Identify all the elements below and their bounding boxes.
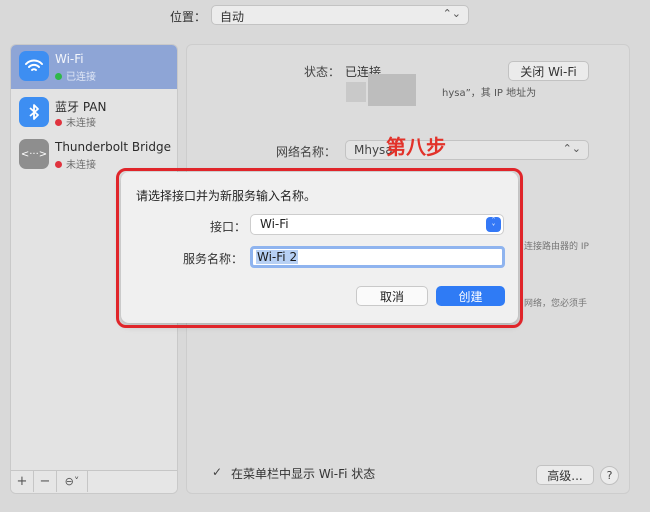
show-in-menubar-checkbox[interactable]: ✓ <box>212 465 222 479</box>
location-value: 自动 <box>220 10 245 24</box>
help-button[interactable]: ? <box>600 466 619 485</box>
location-label: 位置： <box>170 10 207 24</box>
service-name-value: Wi-Fi 2 <box>256 250 299 264</box>
service-name-label: 服务名称： <box>183 252 244 266</box>
service-name: 蓝牙 PAN <box>55 100 107 114</box>
status-dot <box>55 73 62 80</box>
advanced-button[interactable]: 高级... <box>536 465 594 485</box>
interface-label: 接口： <box>210 220 247 234</box>
sidebar-toolbar: + − ⊖˅ <box>11 470 177 493</box>
bluetooth-icon <box>19 97 49 127</box>
network-name-label: 网络名称： <box>276 145 337 159</box>
service-status-text: 已连接 <box>66 72 96 83</box>
network-name-select[interactable]: Mhysa ⌃⌄ <box>345 140 589 160</box>
service-status-text: 未连接 <box>66 118 96 129</box>
wifi-icon <box>19 51 49 81</box>
interface-select[interactable]: Wi-Fi ˄ ˅ <box>250 214 504 235</box>
status-dot <box>55 119 62 126</box>
service-item-wifi[interactable]: Wi-Fi 已连接 <box>11 45 177 89</box>
service-name-input[interactable]: Wi-Fi 2 <box>250 246 505 268</box>
cancel-button[interactable]: 取消 <box>356 286 428 306</box>
service-name: Thunderbolt Bridge <box>55 140 172 154</box>
service-status: 已连接 <box>55 68 96 83</box>
service-name: Wi-Fi <box>55 52 84 66</box>
redacted-block <box>368 74 416 106</box>
show-in-menubar-label: 在菜单栏中显示 Wi-Fi 状态 <box>231 467 376 481</box>
add-service-button[interactable]: + <box>11 471 34 492</box>
service-status-text: 未连接 <box>66 160 96 171</box>
redacted-block <box>346 82 366 102</box>
step-annotation: 第八步 <box>386 135 446 159</box>
interface-value: Wi-Fi <box>260 217 289 231</box>
updown-chevron-icon: ⌃⌄ <box>442 7 461 20</box>
dialog-title: 请选择接口并为新服务输入名称。 <box>136 189 317 203</box>
hint-text: 网络，您必须手 <box>524 299 588 309</box>
remove-service-button[interactable]: − <box>34 471 57 492</box>
status-label: 状态： <box>304 65 341 79</box>
updown-chevron-icon: ⌃⌄ <box>562 142 581 155</box>
turn-off-wifi-button[interactable]: 关闭 Wi-Fi <box>508 61 589 81</box>
hint-text: 连接路由器的 IP <box>524 242 589 252</box>
status-description: hysa”，其 IP 地址为 <box>442 88 537 99</box>
popup-stepper-icon: ˄ ˅ <box>486 217 501 232</box>
service-status: 未连接 <box>55 114 96 129</box>
location-select[interactable]: 自动 ⌃⌄ <box>211 5 469 25</box>
thunderbolt-bridge-icon: <···> <box>19 139 49 169</box>
service-item-bluetooth-pan[interactable]: 蓝牙 PAN 未连接 <box>11 91 177 135</box>
more-actions-button[interactable]: ⊖˅ <box>57 471 88 492</box>
create-button[interactable]: 创建 <box>436 286 505 306</box>
service-status: 未连接 <box>55 156 96 171</box>
status-dot <box>55 161 62 168</box>
